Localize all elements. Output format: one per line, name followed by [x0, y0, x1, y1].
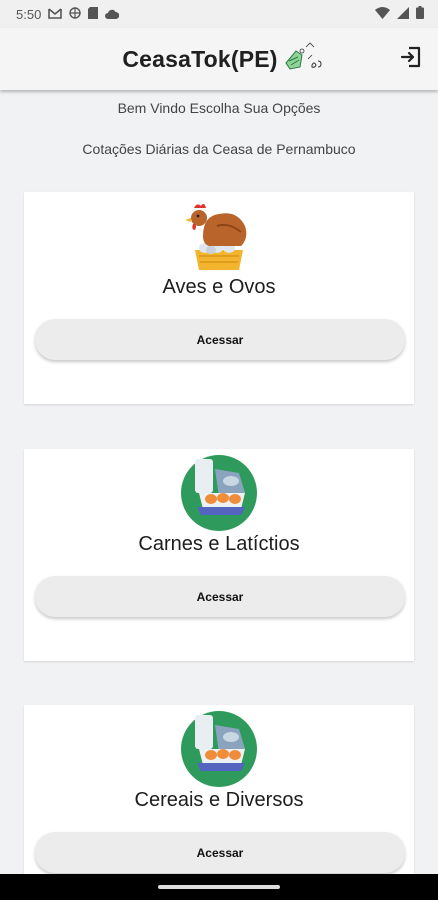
app-logo-icon [282, 39, 328, 80]
battery-icon [416, 6, 424, 22]
status-left: 5:50 [16, 6, 120, 22]
logout-button[interactable] [398, 46, 424, 72]
cloud-icon [105, 7, 120, 22]
status-time: 5:50 [16, 6, 42, 22]
card-title: Carnes e Latíctios [138, 533, 300, 555]
welcome-text: Bem Vindo Escolha Sua Opções [117, 100, 321, 116]
subtitle-text: Cotações Diárias da Ceasa de Pernambuco [82, 141, 356, 157]
meat-dairy-icon [179, 453, 259, 533]
status-right [375, 6, 424, 22]
card-carnes-laticinios: Carnes e Latíctios Acessar [24, 449, 414, 661]
logout-icon [400, 46, 422, 73]
navigation-bar [0, 874, 438, 900]
vpn-globe-icon [69, 6, 82, 22]
gmail-icon [48, 7, 63, 22]
cereals-misc-icon [179, 709, 259, 789]
card-cereais-diversos: Cereais e Diversos Acessar [24, 705, 414, 900]
home-gesture-handle[interactable] [158, 885, 280, 889]
sim-card-icon [88, 6, 99, 22]
card-title: Cereais e Diversos [134, 789, 304, 811]
card-aves-ovos: Aves e Ovos Acessar [24, 192, 414, 404]
chicken-eggs-icon [179, 196, 259, 276]
card-title: Aves e Ovos [162, 276, 276, 298]
app-title-group: CeasaTok(PE) [122, 39, 327, 80]
wifi-icon [375, 6, 390, 22]
acessar-carnes-laticinios-button[interactable]: Acessar [35, 576, 405, 617]
acessar-aves-ovos-button[interactable]: Acessar [35, 319, 405, 360]
acessar-cereais-diversos-button[interactable]: Acessar [35, 832, 405, 873]
app-title: CeasaTok(PE) [122, 45, 278, 72]
app-bar: CeasaTok(PE) [0, 28, 438, 90]
status-bar: 5:50 [0, 0, 438, 28]
signal-icon [397, 6, 409, 22]
